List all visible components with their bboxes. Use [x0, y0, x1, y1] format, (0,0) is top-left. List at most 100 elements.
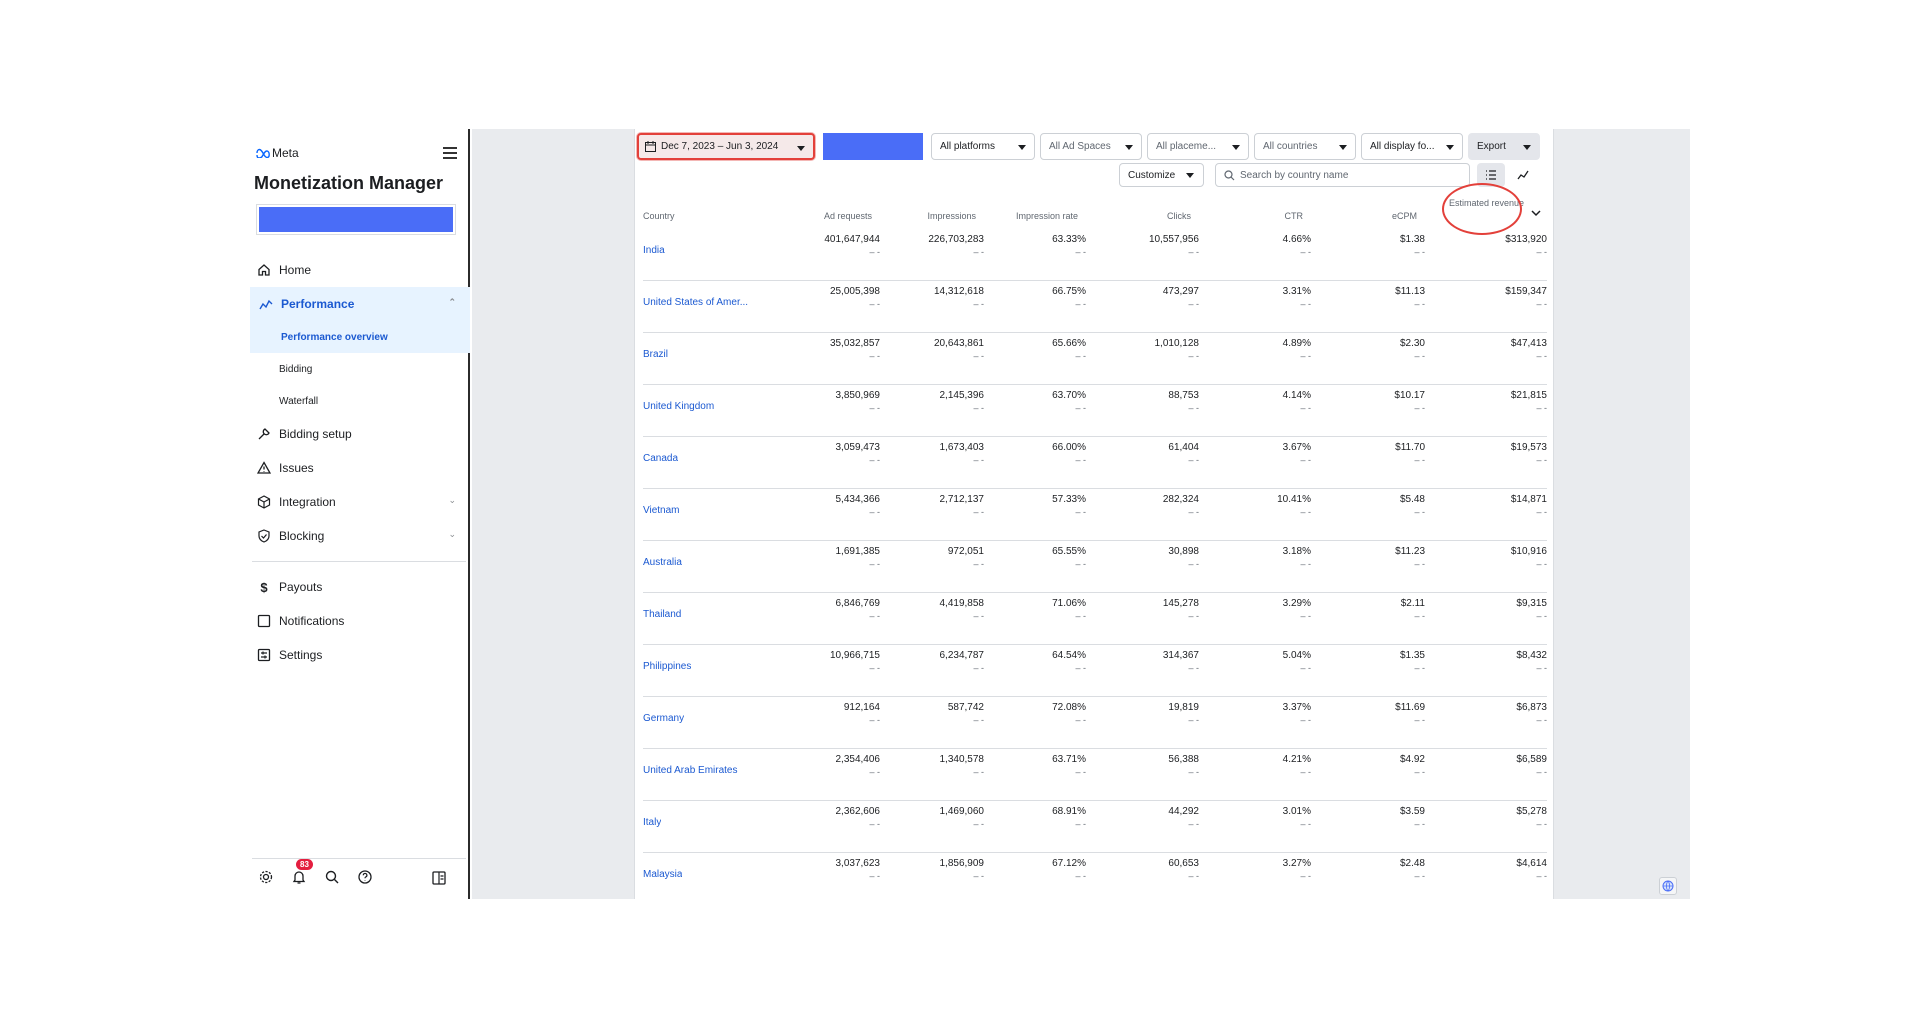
- redacted-filter[interactable]: [823, 133, 923, 160]
- comparison-placeholder: – -: [1075, 403, 1086, 413]
- export-button[interactable]: Export: [1468, 133, 1540, 160]
- cell-estimated-revenue: $10,916 – -: [1511, 546, 1547, 569]
- date-range-picker[interactable]: Dec 7, 2023 – Jun 3, 2024: [637, 133, 815, 160]
- ad-space-filter[interactable]: All Ad Spaces: [1040, 133, 1142, 160]
- comparison-placeholder: – -: [1536, 247, 1547, 257]
- sidebar-item-notifications[interactable]: Notifications: [248, 604, 470, 638]
- sidebar-item-settings[interactable]: Settings: [248, 638, 470, 672]
- account-selector[interactable]: [256, 204, 456, 235]
- search-input[interactable]: [1240, 169, 1460, 181]
- comparison-placeholder: – -: [869, 663, 880, 673]
- globe-icon[interactable]: [1659, 877, 1677, 895]
- cell-impressions: 2,712,137 – -: [940, 494, 985, 517]
- col-header-country[interactable]: Country: [643, 211, 675, 221]
- hamburger-menu-icon[interactable]: [442, 145, 458, 161]
- cell-impressions-value: 972,051: [947, 546, 984, 557]
- cell-clicks: 30,898 – -: [1168, 546, 1199, 569]
- cell-estimated-revenue-value: $6,589: [1516, 754, 1547, 765]
- comparison-placeholder: – -: [869, 819, 880, 829]
- cell-ctr-value: 3.37%: [1282, 702, 1311, 713]
- comparison-placeholder: – -: [1188, 871, 1199, 881]
- cell-impression-rate: 67.12% – -: [1052, 858, 1086, 881]
- sidebar-item-issues[interactable]: Issues: [248, 451, 470, 485]
- platform-filter[interactable]: All platforms: [931, 133, 1035, 160]
- sidebar-subitem-bidding[interactable]: Bidding: [248, 353, 470, 385]
- sidebar-item-home[interactable]: Home: [248, 253, 470, 287]
- cell-ecpm-value: $11.13: [1395, 286, 1425, 297]
- customize-button[interactable]: Customize: [1119, 163, 1205, 187]
- help-icon[interactable]: [355, 867, 375, 887]
- col-header-impression-rate[interactable]: Impression rate: [1016, 211, 1078, 221]
- country-link[interactable]: United States of Amer...: [643, 297, 748, 308]
- comparison-placeholder: – -: [1075, 299, 1086, 309]
- cell-impressions: 1,856,909 – -: [940, 858, 985, 881]
- table-row: Brazil 35,032,857 – - 20,643,861 – - 65.66% – …: [643, 333, 1547, 385]
- cell-ad-requests: 25,005,398 – -: [830, 286, 880, 309]
- comparison-placeholder: – -: [973, 871, 984, 881]
- table-header: Country Ad requests Impressions Impressi…: [635, 183, 1555, 235]
- comparison-placeholder: – -: [869, 507, 880, 517]
- country-link[interactable]: India: [643, 245, 665, 256]
- sidebar-item-blocking[interactable]: Blocking ⌄: [248, 519, 470, 553]
- cell-impressions: 587,742 – -: [948, 702, 984, 725]
- col-header-ad-requests[interactable]: Ad requests: [824, 211, 872, 221]
- country-filter-label: All countries: [1263, 141, 1318, 152]
- sort-chevron-down-icon[interactable]: [1531, 209, 1541, 217]
- meta-logo[interactable]: Meta: [254, 146, 299, 160]
- country-link[interactable]: Canada: [643, 453, 678, 464]
- chevron-down-icon[interactable]: ⌄: [448, 495, 456, 506]
- country-link[interactable]: Vietnam: [643, 505, 680, 516]
- col-header-ctr[interactable]: CTR: [1285, 211, 1304, 221]
- sidebar-item-payouts[interactable]: $ Payouts: [248, 570, 470, 604]
- table-row: United Arab Emirates 2,354,406– -1,340,57…: [643, 749, 1547, 801]
- cell-ecpm: $11.23 – -: [1395, 546, 1425, 569]
- col-header-ecpm[interactable]: eCPM: [1392, 211, 1417, 221]
- cell-ad-requests-value: 25,005,398: [829, 286, 880, 297]
- gear-icon[interactable]: [256, 867, 276, 887]
- sidebar-item-label: Blocking: [279, 529, 325, 543]
- cell-estimated-revenue-value: $10,916: [1510, 546, 1547, 557]
- comparison-placeholder: – -: [1536, 299, 1547, 309]
- col-header-impressions[interactable]: Impressions: [927, 211, 976, 221]
- sidebar-item-integration[interactable]: Integration ⌄: [248, 485, 470, 519]
- cell-ad-requests-value: 2,362,606: [835, 806, 881, 817]
- sidebar-subitem-performance-overview[interactable]: Performance overview: [250, 321, 470, 353]
- country-link[interactable]: Brazil: [643, 349, 668, 360]
- cell-ad-requests-value: 401,647,944: [824, 234, 880, 245]
- country-link[interactable]: Philippines: [643, 661, 691, 672]
- comparison-placeholder: – -: [1188, 819, 1199, 829]
- cell-estimated-revenue: $8,432 – -: [1516, 650, 1547, 673]
- panel-toggle-icon[interactable]: [429, 868, 449, 888]
- country-link[interactable]: Malaysia: [643, 869, 682, 880]
- country-link[interactable]: Germany: [643, 713, 684, 724]
- search-icon[interactable]: [322, 867, 342, 887]
- comparison-placeholder: – -: [1300, 611, 1311, 621]
- chevron-up-icon[interactable]: ⌃: [448, 297, 456, 308]
- bell-icon[interactable]: 83: [289, 858, 313, 887]
- country-link[interactable]: United Kingdom: [643, 401, 714, 412]
- cell-impression-rate: 65.55% – -: [1052, 546, 1086, 569]
- chart-view-button[interactable]: [1509, 163, 1537, 187]
- country-filter[interactable]: All countries: [1254, 133, 1356, 160]
- country-link[interactable]: Thailand: [643, 609, 681, 620]
- table-row: Vietnam 5,434,366 – - 2,712,137 – - 57.33% – -…: [643, 489, 1547, 541]
- comparison-placeholder: – -: [1075, 247, 1086, 257]
- country-link[interactable]: United Arab Emirates: [643, 765, 738, 776]
- comparison-placeholder: – -: [1188, 507, 1199, 517]
- country-link[interactable]: Italy: [643, 817, 661, 828]
- sidebar-item-label: Performance: [281, 297, 355, 311]
- comparison-placeholder: – -: [1300, 871, 1311, 881]
- country-link[interactable]: Australia: [643, 557, 682, 568]
- sidebar-subitem-waterfall[interactable]: Waterfall: [248, 385, 470, 417]
- sidebar-item-label: Settings: [279, 648, 323, 662]
- sidebar-item-bidding-setup[interactable]: Bidding setup: [248, 417, 470, 451]
- cell-impressions: 4,419,858 – -: [940, 598, 985, 621]
- col-header-clicks[interactable]: Clicks: [1167, 211, 1191, 221]
- comparison-placeholder: – -: [1188, 403, 1199, 413]
- sidebar-item-performance[interactable]: Performance ⌃: [250, 287, 470, 321]
- cell-estimated-revenue: $159,347 – -: [1505, 286, 1547, 309]
- country-search[interactable]: [1215, 163, 1470, 187]
- display-format-filter[interactable]: All display fo...: [1361, 133, 1463, 160]
- chevron-down-icon[interactable]: ⌄: [448, 529, 456, 540]
- placement-filter[interactable]: All placeme...: [1147, 133, 1249, 160]
